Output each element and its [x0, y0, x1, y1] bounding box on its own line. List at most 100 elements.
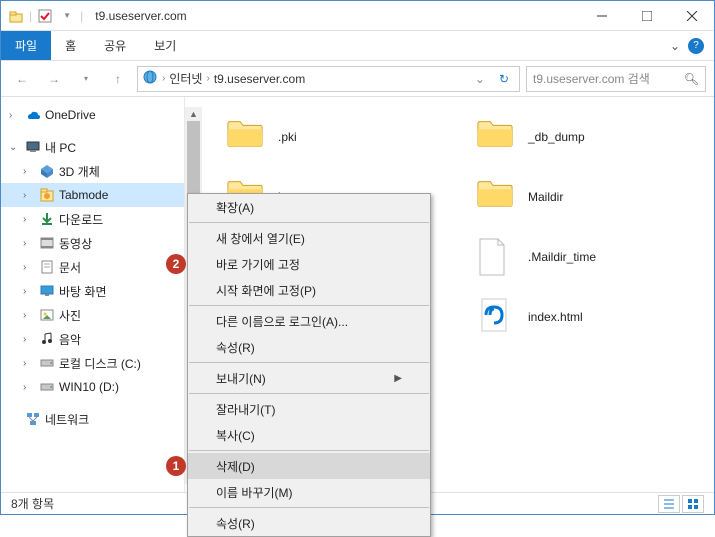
tree-item-label: 바탕 화면 — [59, 283, 107, 300]
address-field[interactable]: › 인터넷 › t9.useserver.com ⌄ ↻ — [137, 66, 520, 92]
tree-item-disk[interactable]: › 로컬 디스크 (C:) — [1, 351, 184, 375]
refresh-button[interactable]: ↻ — [493, 72, 515, 86]
address-dropdown-button[interactable]: ⌄ — [471, 72, 489, 86]
tree-item-tabmode[interactable]: › Tabmode — [1, 183, 184, 207]
status-text: 8개 항목 — [11, 495, 54, 512]
tree-pc[interactable]: ⌄ 내 PC — [1, 135, 184, 159]
tree-item-label: WIN10 (D:) — [59, 380, 119, 394]
file-item[interactable]: index.html — [476, 293, 596, 341]
ribbon-expand-icon[interactable]: ⌄ — [670, 39, 680, 53]
chevron-right-icon[interactable]: › — [23, 214, 35, 225]
qat-separator: | — [80, 9, 83, 23]
folder-icon — [476, 117, 516, 157]
tree-item-label: 사진 — [59, 307, 81, 324]
context-menu-item[interactable]: 복사(C) — [188, 422, 430, 448]
context-menu-item-label: 속성(R) — [216, 515, 255, 532]
scroll-thumb[interactable] — [187, 121, 200, 201]
context-menu-item[interactable]: 바로 가기에 고정2 — [188, 251, 430, 277]
context-menu-separator — [189, 507, 429, 508]
tab-share[interactable]: 공유 — [90, 31, 140, 60]
file-item[interactable]: _db_dump — [476, 113, 596, 161]
context-menu-separator — [189, 305, 429, 306]
download-icon — [39, 211, 55, 227]
tabmode-icon — [39, 187, 55, 203]
file-item[interactable]: .pki — [226, 113, 436, 161]
tree-item-label: 내 PC — [45, 139, 76, 156]
file-item[interactable]: Maildir — [476, 173, 596, 221]
chevron-right-icon[interactable]: › — [23, 358, 35, 369]
chevron-right-icon[interactable]: › — [206, 73, 209, 84]
context-menu-item-label: 새 창에서 열기(E) — [216, 230, 305, 247]
close-button[interactable] — [669, 1, 714, 31]
context-menu-item[interactable]: 잘라내기(T) — [188, 396, 430, 422]
chevron-right-icon[interactable]: › — [23, 286, 35, 297]
file-item[interactable]: .Maildir_time — [476, 233, 596, 281]
qat-checkbox-icon[interactable] — [36, 7, 54, 25]
chevron-right-icon[interactable]: › — [9, 110, 21, 121]
breadcrumb-segment[interactable]: 인터넷 — [169, 70, 202, 87]
context-menu-separator — [189, 362, 429, 363]
context-menu-separator — [189, 393, 429, 394]
tree-item-label: 음악 — [59, 331, 81, 348]
tree-item-label: Tabmode — [59, 188, 108, 202]
chevron-right-icon[interactable]: › — [23, 238, 35, 249]
help-icon[interactable]: ? — [688, 38, 704, 54]
minimize-button[interactable] — [579, 1, 624, 31]
qat-dropdown-icon[interactable]: ▼ — [58, 7, 76, 25]
tree-item-doc[interactable]: › 문서 — [1, 255, 184, 279]
context-menu-item[interactable]: 시작 화면에 고정(P) — [188, 277, 430, 303]
chevron-right-icon[interactable]: › — [23, 310, 35, 321]
chevron-right-icon[interactable]: › — [162, 73, 165, 84]
search-input[interactable]: t9.useserver.com 검색 🔍︎ — [526, 66, 706, 92]
pc-icon — [25, 139, 41, 155]
disk-icon — [39, 355, 55, 371]
context-menu-item[interactable]: 속성(R) — [188, 334, 430, 360]
scroll-up-icon[interactable]: ▲ — [185, 107, 202, 121]
tree-item-disk[interactable]: › WIN10 (D:) — [1, 375, 184, 399]
tree-item-3d[interactable]: › 3D 개체 — [1, 159, 184, 183]
qat-separator: | — [29, 9, 32, 23]
tree-item-download[interactable]: › 다운로드 — [1, 207, 184, 231]
tree-onedrive[interactable]: › OneDrive — [1, 103, 184, 127]
tree-item-video[interactable]: › 동영상 — [1, 231, 184, 255]
tree-item-music[interactable]: › 음악 — [1, 327, 184, 351]
titlebar: | ▼ | t9.useserver.com — [1, 1, 714, 31]
view-icons-button[interactable] — [682, 495, 704, 513]
breadcrumb-segment[interactable]: t9.useserver.com — [214, 72, 305, 86]
folder-icon — [226, 117, 266, 157]
context-menu-item[interactable]: 새 창에서 열기(E) — [188, 225, 430, 251]
nav-back-button[interactable]: ← — [9, 66, 35, 92]
chevron-right-icon[interactable]: › — [23, 334, 35, 345]
tab-home[interactable]: 홈 — [51, 31, 90, 60]
quick-access-toolbar: | ▼ | — [1, 7, 89, 25]
chevron-down-icon[interactable]: ⌄ — [9, 142, 21, 153]
nav-up-button[interactable]: ↑ — [105, 66, 131, 92]
context-menu-item[interactable]: 속성(R) — [188, 510, 430, 536]
tree-item-label: 다운로드 — [59, 211, 103, 228]
search-icon[interactable]: 🔍︎ — [684, 72, 699, 86]
nav-recent-button[interactable]: ▾ — [73, 66, 99, 92]
context-menu-item-label: 바로 가기에 고정 — [216, 256, 300, 273]
context-menu-item[interactable]: 삭제(D)1 — [188, 453, 430, 479]
chevron-right-icon[interactable]: › — [23, 166, 35, 177]
view-details-button[interactable] — [658, 495, 680, 513]
context-menu: 확장(A) 새 창에서 열기(E) 바로 가기에 고정2시작 화면에 고정(P) 다른… — [187, 193, 431, 537]
context-menu-item[interactable]: 확장(A) — [188, 194, 430, 220]
chevron-right-icon[interactable]: › — [23, 262, 35, 273]
photo-icon — [39, 307, 55, 323]
context-menu-item[interactable]: 이름 바꾸기(M) — [188, 479, 430, 505]
context-menu-item[interactable]: 다른 이름으로 로그인(A)... — [188, 308, 430, 334]
tree-network[interactable]: › 네트워크 — [1, 407, 184, 431]
file-icon — [476, 237, 516, 277]
tab-view[interactable]: 보기 — [140, 31, 190, 60]
chevron-right-icon[interactable]: › — [23, 190, 35, 201]
annotation-badge: 1 — [166, 456, 186, 476]
file-name-label: .pki — [278, 130, 297, 144]
tab-file[interactable]: 파일 — [1, 31, 51, 60]
tree-item-photo[interactable]: › 사진 — [1, 303, 184, 327]
nav-forward-button[interactable]: → — [41, 66, 67, 92]
tree-item-desktop[interactable]: › 바탕 화면 — [1, 279, 184, 303]
chevron-right-icon[interactable]: › — [23, 382, 35, 393]
maximize-button[interactable] — [624, 1, 669, 31]
context-menu-item[interactable]: 보내기(N)▶ — [188, 365, 430, 391]
